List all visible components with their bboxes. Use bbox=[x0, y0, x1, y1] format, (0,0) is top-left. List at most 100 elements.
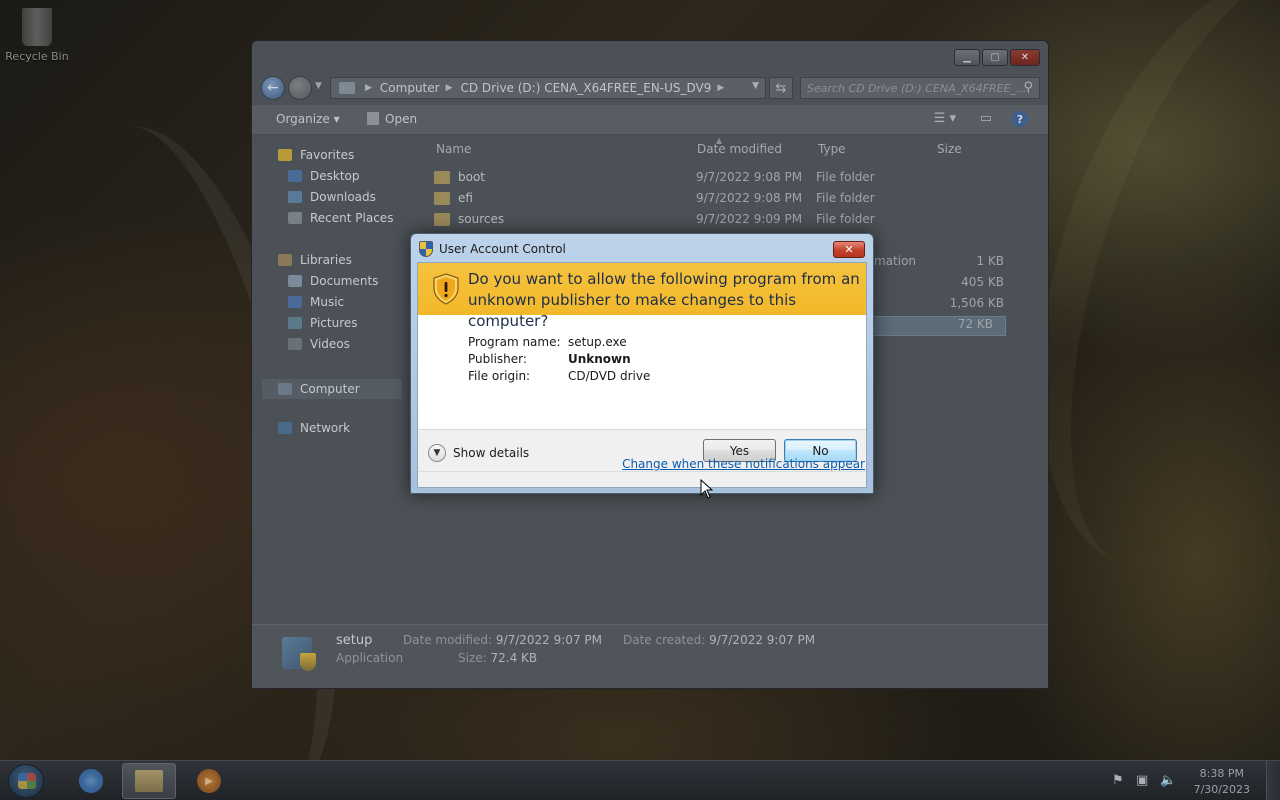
folder-icon bbox=[434, 212, 450, 226]
breadcrumb-computer[interactable]: Computer bbox=[380, 81, 440, 95]
view-options-icon[interactable]: ☰ ▾ bbox=[934, 111, 956, 126]
details-size-value: 72.4 KB bbox=[490, 651, 538, 665]
program-name-label: Program name: bbox=[468, 335, 561, 349]
publisher-label: Publisher: bbox=[468, 352, 527, 366]
windows-logo-icon bbox=[18, 773, 36, 789]
search-placeholder: Search CD Drive (D:) CENA_X64FREE_... bbox=[807, 81, 1027, 95]
minimize-button[interactable]: ▁ bbox=[954, 49, 980, 66]
open-label: Open bbox=[385, 112, 418, 126]
search-input[interactable]: Search CD Drive (D:) CENA_X64FREE_... ⚲ bbox=[800, 77, 1040, 99]
file-row[interactable]: boot 9/7/2022 9:08 PM File folder bbox=[434, 170, 1014, 190]
file-row[interactable]: efi 9/7/2022 9:08 PM File folder bbox=[434, 191, 1014, 211]
network-icon[interactable]: ▣ bbox=[1136, 773, 1152, 789]
divider bbox=[418, 471, 866, 472]
network-icon bbox=[278, 422, 292, 434]
file-date: 9/7/2022 9:09 PM bbox=[696, 212, 803, 226]
taskbar-media-player[interactable]: ▶ bbox=[182, 763, 236, 799]
recycle-bin[interactable]: Recycle Bin bbox=[4, 6, 70, 63]
address-row: ← ▼ ▶ Computer ▶ CD Drive (D:) CENA_X64F… bbox=[260, 75, 1040, 101]
clock-time: 8:38 PM bbox=[1199, 767, 1244, 780]
column-header-name[interactable]: Name bbox=[436, 142, 471, 156]
start-button[interactable] bbox=[8, 764, 44, 798]
address-dropdown[interactable]: ▼ bbox=[752, 81, 759, 91]
folder-icon bbox=[434, 191, 450, 205]
recent-pages-dropdown[interactable]: ▼ bbox=[315, 81, 322, 91]
nav-pictures-label: Pictures bbox=[310, 316, 358, 330]
help-icon[interactable]: ? bbox=[1012, 111, 1028, 127]
file-origin-value: CD/DVD drive bbox=[568, 369, 651, 383]
nav-pictures[interactable]: Pictures bbox=[288, 316, 358, 330]
uac-title: User Account Control bbox=[439, 242, 566, 256]
preview-pane-icon[interactable]: ▭ bbox=[980, 111, 992, 126]
change-notifications-link[interactable]: Change when these notifications appear bbox=[622, 457, 865, 471]
nav-videos[interactable]: Videos bbox=[288, 337, 350, 351]
action-center-flag-icon[interactable]: ⚑ bbox=[1112, 773, 1128, 789]
details-date-modified-value: 9/7/2022 9:07 PM bbox=[495, 633, 602, 647]
taskbar-internet-explorer[interactable] bbox=[64, 763, 118, 799]
folder-icon bbox=[135, 770, 163, 792]
system-tray: ⚑ ▣ 🔈 8:38 PM 7/30/2023 bbox=[1110, 761, 1280, 800]
publisher-value: Unknown bbox=[568, 352, 631, 366]
file-size: 72 KB bbox=[957, 317, 993, 331]
breadcrumb-separator[interactable]: ▶ bbox=[446, 83, 453, 93]
volume-muted-icon[interactable]: 🔈 bbox=[1160, 773, 1176, 789]
column-header-size[interactable]: Size bbox=[937, 142, 962, 156]
show-details-label: Show details bbox=[453, 446, 530, 460]
nav-downloads[interactable]: Downloads bbox=[288, 190, 376, 204]
nav-favorites[interactable]: Favorites bbox=[278, 148, 354, 162]
uac-titlebar: User Account Control bbox=[419, 241, 566, 257]
internet-explorer-icon bbox=[79, 769, 103, 793]
clock-date: 7/30/2023 bbox=[1193, 783, 1250, 796]
nav-desktop[interactable]: Desktop bbox=[288, 169, 360, 183]
libraries-icon bbox=[278, 254, 292, 266]
file-size: 1,506 KB bbox=[949, 296, 1004, 310]
uac-shield-icon bbox=[300, 653, 316, 671]
breadcrumb-separator[interactable]: ▶ bbox=[365, 83, 372, 93]
nav-recent-places[interactable]: Recent Places bbox=[288, 211, 393, 225]
breadcrumb-separator[interactable]: ▶ bbox=[717, 83, 724, 93]
nav-documents[interactable]: Documents bbox=[288, 274, 378, 288]
back-button[interactable]: ← bbox=[261, 76, 285, 100]
forward-button[interactable] bbox=[288, 76, 312, 100]
show-desktop-button[interactable] bbox=[1266, 761, 1280, 800]
column-header-date-modified[interactable]: Date modified bbox=[697, 142, 782, 156]
nav-music-label: Music bbox=[310, 295, 345, 309]
breadcrumb-cd-drive[interactable]: CD Drive (D:) CENA_X64FREE_EN-US_DV9 bbox=[461, 81, 712, 95]
file-type: File folder bbox=[816, 170, 875, 184]
navigation-pane: Favorites Desktop Downloads Recent Place… bbox=[252, 136, 402, 626]
file-name: boot bbox=[458, 170, 486, 184]
clock[interactable]: 8:38 PM 7/30/2023 bbox=[1194, 766, 1250, 798]
organize-button[interactable]: Organize ▾ bbox=[276, 112, 340, 126]
nav-downloads-label: Downloads bbox=[310, 190, 376, 204]
details-size-label: Size: bbox=[458, 651, 487, 665]
column-header-type[interactable]: Type bbox=[818, 142, 846, 156]
nav-libraries-label: Libraries bbox=[300, 253, 352, 267]
address-bar[interactable]: ▶ Computer ▶ CD Drive (D:) CENA_X64FREE_… bbox=[330, 77, 766, 99]
refresh-button[interactable]: ⇆ bbox=[769, 77, 793, 99]
file-name: efi bbox=[458, 191, 473, 205]
nav-desktop-label: Desktop bbox=[310, 169, 360, 183]
show-details-toggle[interactable]: ▼ Show details bbox=[428, 444, 529, 462]
nav-network[interactable]: Network bbox=[278, 421, 350, 435]
nav-libraries[interactable]: Libraries bbox=[278, 253, 352, 267]
nav-favorites-label: Favorites bbox=[300, 148, 355, 162]
nav-music[interactable]: Music bbox=[288, 295, 344, 309]
file-row-selected[interactable]: 72 KB bbox=[872, 316, 1006, 336]
folder-icon bbox=[434, 170, 450, 184]
maximize-button[interactable]: ▢ bbox=[982, 49, 1008, 66]
uac-shield-icon bbox=[419, 241, 433, 257]
command-bar: Organize ▾ Open ☰ ▾ ▭ ? bbox=[252, 105, 1048, 135]
file-type: File folder bbox=[816, 191, 875, 205]
nav-computer[interactable]: Computer bbox=[262, 379, 402, 399]
explorer-titlebar[interactable]: ▁ ▢ ✕ bbox=[252, 41, 1048, 73]
file-row[interactable]: sources 9/7/2022 9:09 PM File folder bbox=[434, 212, 1014, 232]
uac-question: Do you want to allow the following progr… bbox=[468, 270, 860, 330]
file-type: File folder bbox=[816, 212, 875, 226]
open-button[interactable]: Open bbox=[367, 112, 417, 126]
file-origin-label: File origin: bbox=[468, 369, 531, 383]
close-button[interactable]: ✕ bbox=[1010, 49, 1040, 66]
uac-body: Do you want to allow the following progr… bbox=[417, 262, 867, 488]
uac-program-info: Program name: setup.exe Publisher: Unknown… bbox=[468, 335, 650, 386]
uac-close-button[interactable]: ✕ bbox=[833, 241, 865, 258]
taskbar-windows-explorer[interactable] bbox=[122, 763, 176, 799]
